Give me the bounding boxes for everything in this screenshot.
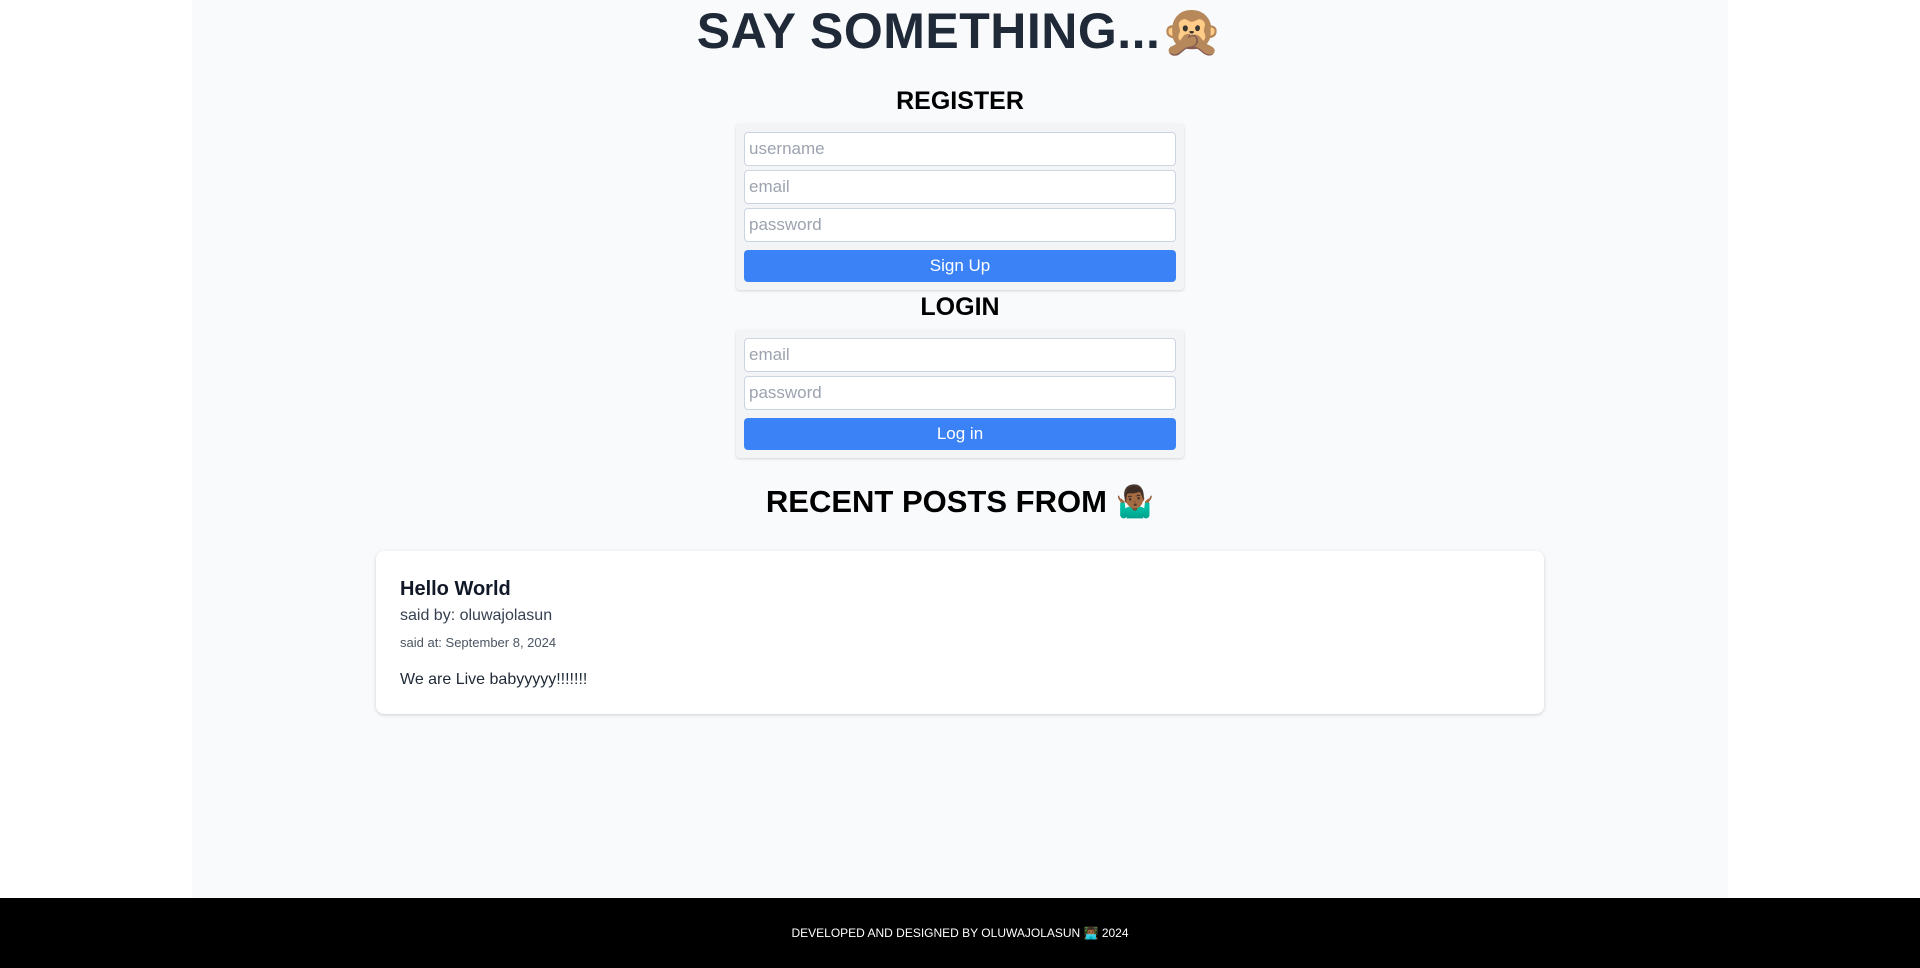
register-heading: REGISTER: [896, 87, 1024, 115]
sign-up-button[interactable]: Sign Up: [744, 250, 1176, 282]
register-email-input[interactable]: [744, 170, 1176, 204]
site-title: SAY SOMETHING...🙊: [696, 3, 1224, 59]
login-form: Log in: [736, 330, 1184, 458]
login-password-input[interactable]: [744, 376, 1176, 410]
footer: DEVELOPED AND DESIGNED BY OLUWAJOLASUN 👨…: [0, 898, 1920, 968]
register-form: Sign Up: [736, 124, 1184, 290]
register-password-input[interactable]: [744, 208, 1176, 242]
post-title: Hello World: [400, 578, 511, 600]
post-body: We are Live babyyyyy!!!!!!!: [400, 671, 588, 688]
footer-credit: DEVELOPED AND DESIGNED BY OLUWAJOLASUN 👨…: [791, 926, 1129, 940]
login-email-input[interactable]: [744, 338, 1176, 372]
post-card: Hello World said by: oluwajolasun said a…: [376, 551, 1544, 714]
log-in-button[interactable]: Log in: [744, 418, 1176, 450]
recent-posts-heading: RECENT POSTS FROM 🤷🏾‍♂️: [765, 484, 1155, 519]
page: SAY SOMETHING...🙊 REGISTER Sign Up LOGIN…: [0, 0, 1920, 968]
register-username-input[interactable]: [744, 132, 1176, 166]
login-heading: LOGIN: [920, 293, 1000, 321]
post-date: said at: September 8, 2024: [400, 635, 557, 650]
post-author: said by: oluwajolasun: [400, 607, 553, 624]
